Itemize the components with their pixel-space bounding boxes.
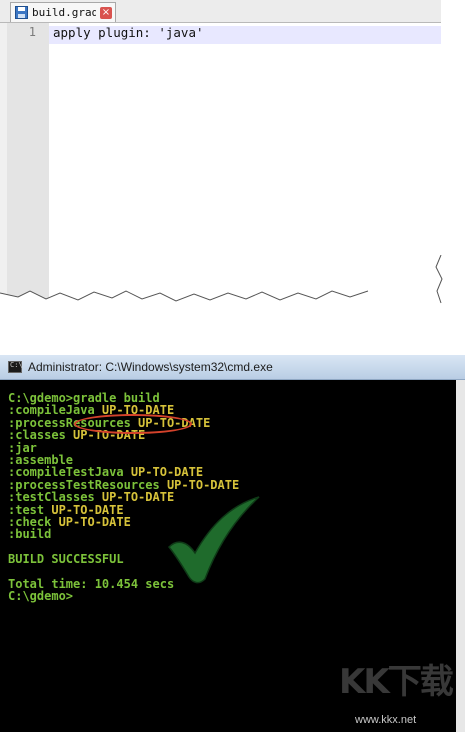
console-line-text: BUILD SUCCESSFUL [8,552,124,567]
console-line-status: UP-TO-DATE [58,514,131,529]
console-line-text: C:\gdemo> [8,589,74,604]
cmd-titlebar[interactable]: C:\ Administrator: C:\Windows\system32\c… [0,355,465,380]
watermark-logo: KK下载 [339,662,454,702]
close-icon[interactable]: × [100,6,112,19]
line-number: 1 [28,25,36,39]
console-line: C:\gdemo> [8,590,239,602]
cmd-title: Administrator: C:\Windows\system32\cmd.e… [28,360,273,374]
watermark: KK下载 www.kkx.net [335,650,461,730]
highlight-circle [74,414,192,434]
tab-bar: build.gradle × [0,0,465,23]
cmd-icon: C:\ [8,361,23,373]
torn-paper-edge [0,255,443,315]
tab-build-gradle[interactable]: build.gradle × [10,2,116,22]
checkmark-icon [167,496,260,584]
editor-window: build.gradle × 1 apply plugin: 'java' [0,0,465,315]
code-line: apply plugin: 'java' [53,25,204,40]
console-line-text: :build [8,527,52,542]
tab-label: build.gradle [32,6,96,19]
save-icon [14,6,28,20]
watermark-url: www.kkx.net [355,714,417,726]
console-line-status: UP-TO-DATE [166,477,240,492]
